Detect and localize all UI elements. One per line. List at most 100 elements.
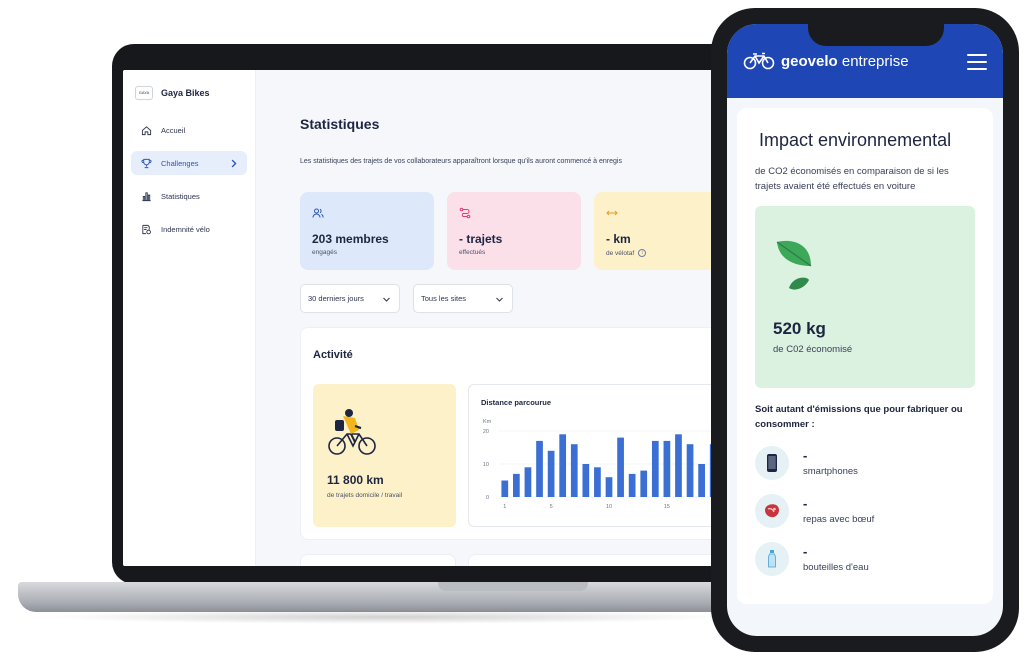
chevron-down-icon [383,297,390,302]
sidebar-item-label: Challenges [161,158,199,168]
x-tick-label: 5 [550,504,553,510]
laptop-opening-notch [438,582,588,591]
km-card: 11 800 km de trajets domicile / travail [313,384,456,527]
y-tick-label: 0 [486,495,489,501]
distance-chart-card: Distance parcourue Km 0 10 20 1 5 10 15 [468,384,723,527]
co2-box: 520 kg de C02 économisé [755,206,975,388]
stat-value: - trajets [459,232,503,246]
stat-value: - km [606,232,631,246]
co2-value: 520 kg [773,319,826,338]
stat-value: 203 membres [312,232,389,246]
phone-screen: geovelo entreprise Impact environnementa… [727,24,1003,636]
phone-notch [808,16,944,46]
document-coin-icon [142,224,151,234]
sites-select[interactable]: Tous les sites [413,284,513,313]
chevron-down-icon [496,297,503,302]
chart-bar [663,440,671,497]
chart-bar [605,477,613,497]
trophy-icon [141,158,152,168]
km-label: de trajets domicile / travail [327,492,403,499]
chart-bar [547,450,555,497]
chart-bar [570,444,578,497]
main-content: Statistiques Les statistiques des trajet… [256,70,723,566]
chart-bar [501,480,509,497]
equivalent-item-water-bottles: - bouteilles d'eau [755,542,985,578]
activity-title: Activité [313,349,353,361]
equivalent-icon-wrap [755,542,789,576]
sidebar-item-label: Statistiques [161,191,200,201]
equivalent-label: smartphones [803,466,858,477]
activity-panel: Activité 11 800 km de trajets domicile /… [300,327,723,540]
leaf-icon [776,240,812,290]
equivalent-icon-wrap [755,494,789,528]
laptop-shadow [40,610,730,624]
equivalent-label: bouteilles d'eau [803,562,869,573]
impact-card: Impact environnemental de CO2 économisés… [737,108,993,604]
stat-card-trips: - trajets effectués [447,192,581,270]
chart-bar [582,464,590,497]
sidebar-item-challenges[interactable]: Challenges [131,151,247,175]
x-tick-label: 1 [503,504,506,510]
info-icon[interactable]: i [638,249,647,257]
chart-bar [698,464,705,497]
distance-bar-chart: Km010201 5 10 15 [483,419,719,510]
laptop-base [18,582,748,612]
stat-label-text: effectués [459,249,486,256]
stat-label-text: de vélotaf [606,249,635,257]
period-select-value: 30 derniers jours [308,294,364,303]
page-title: Statistiques [300,116,380,132]
equivalent-value: - [803,448,808,463]
brand: GAYA Gaya Bikes [135,86,210,100]
period-select[interactable]: 30 derniers jours [300,284,400,313]
sidebar-item-statistiques[interactable]: Statistiques [131,184,247,208]
co2-label: de C02 économisé [773,344,853,355]
km-value: 11 800 km [327,473,384,487]
chart-bar [675,434,682,497]
users-icon [312,208,324,218]
bottom-card-right [468,554,723,566]
chart-bar [617,437,624,497]
stat-label: effectués [459,249,569,256]
laptop-screen: GAYA Gaya Bikes Accueil Challenges Stati… [123,70,723,566]
impact-title: Impact environnemental [759,130,952,150]
impact-description: de CO2 économisés en comparaison de si l… [755,166,949,192]
steak-icon [765,504,779,518]
home-icon [141,125,152,135]
page-description: Les statistiques des trajets de vos coll… [300,158,622,165]
sites-select-value: Tous les sites [421,294,467,303]
sidebar-item-accueil[interactable]: Accueil [131,118,247,142]
bottom-card-left [300,554,456,566]
y-axis-label: Km [483,419,492,425]
chart-bar [513,473,520,497]
equivalent-value: - [803,544,808,559]
equivalent-label: repas avec bœuf [803,514,875,525]
chart-bar [686,444,694,497]
chart-bar [628,473,636,497]
equivalent-item-beef-meals: - repas avec bœuf [755,494,985,530]
equivalents-title: Soit autant d'émissions que pour fabriqu… [755,404,963,430]
app-name-bold: geovelo [781,52,838,70]
bar-chart-icon [142,191,151,201]
stat-label: de vélotaf i [606,249,716,257]
sidebar-item-label: Accueil [161,125,186,135]
cyclist-icon [328,409,376,455]
chart-title: Distance parcourue [481,398,552,407]
bicycle-icon [743,52,775,70]
x-tick-label: 10 [606,504,612,510]
water-bottle-icon [768,550,776,568]
hamburger-menu-icon[interactable] [967,54,987,70]
brand-logo: GAYA [135,86,153,100]
sidebar-item-indemnite-velo[interactable]: Indemnité vélo [131,217,247,241]
chart-bar [536,440,543,497]
route-icon [459,207,471,219]
x-tick-label: 15 [664,504,670,510]
sidebar-nav: Accueil Challenges Statistiques Indemnit… [131,118,247,250]
chart-bar [524,467,532,497]
stat-card-members: 203 membres engagés [300,192,434,270]
arrows-horizontal-icon [606,210,618,216]
equivalent-item-smartphones: - smartphones [755,446,985,482]
y-tick-label: 20 [483,429,489,435]
app-logo[interactable]: geovelo entreprise [743,52,909,70]
sidebar-item-label: Indemnité vélo [161,224,210,234]
chart-bar [640,470,648,497]
